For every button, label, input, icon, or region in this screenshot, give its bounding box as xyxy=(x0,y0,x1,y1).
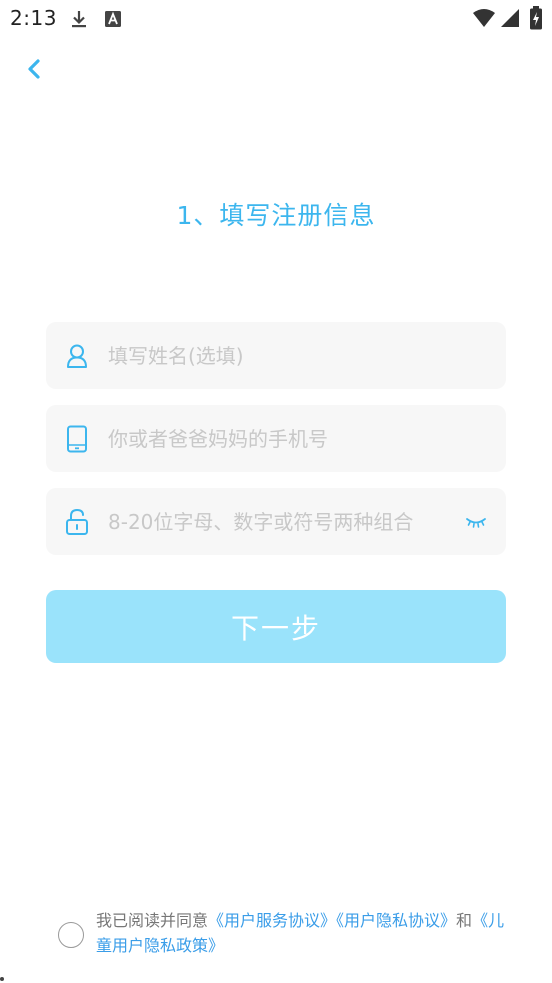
agreement-prefix: 我已阅读并同意 xyxy=(96,911,209,930)
name-field[interactable] xyxy=(46,322,506,389)
font-a-icon xyxy=(104,10,122,32)
status-bar: 2:13 xyxy=(0,0,552,36)
user-icon xyxy=(64,342,90,370)
wifi-icon xyxy=(472,8,496,32)
back-button[interactable] xyxy=(18,55,50,87)
password-input[interactable] xyxy=(108,488,448,555)
agree-checkbox[interactable] xyxy=(58,922,84,948)
unlock-icon xyxy=(64,508,90,536)
status-time: 2:13 xyxy=(10,6,57,30)
battery-charging-icon xyxy=(529,6,543,34)
signal-icon xyxy=(500,8,520,32)
agreement-text: 我已阅读并同意《用户服务协议》《用户隐私协议》和《儿童用户隐私政策》 xyxy=(96,908,516,958)
eye-closed-icon[interactable] xyxy=(464,510,488,534)
chevron-left-icon xyxy=(26,58,42,84)
phone-field[interactable] xyxy=(46,405,506,472)
user-privacy-agreement-link[interactable]: 《用户隐私协议》 xyxy=(336,911,456,930)
download-icon xyxy=(69,9,89,33)
nav-indicator xyxy=(0,977,4,981)
next-step-button[interactable]: 下一步 xyxy=(46,590,506,663)
user-service-agreement-link[interactable]: 《用户服务协议》 xyxy=(208,911,336,930)
agreement-conjunction: 和 xyxy=(456,911,473,930)
page-title: 1、填写注册信息 xyxy=(176,201,376,230)
phone-icon xyxy=(64,425,90,453)
phone-input[interactable] xyxy=(108,405,448,472)
name-input[interactable] xyxy=(108,322,448,389)
password-field[interactable] xyxy=(46,488,506,555)
